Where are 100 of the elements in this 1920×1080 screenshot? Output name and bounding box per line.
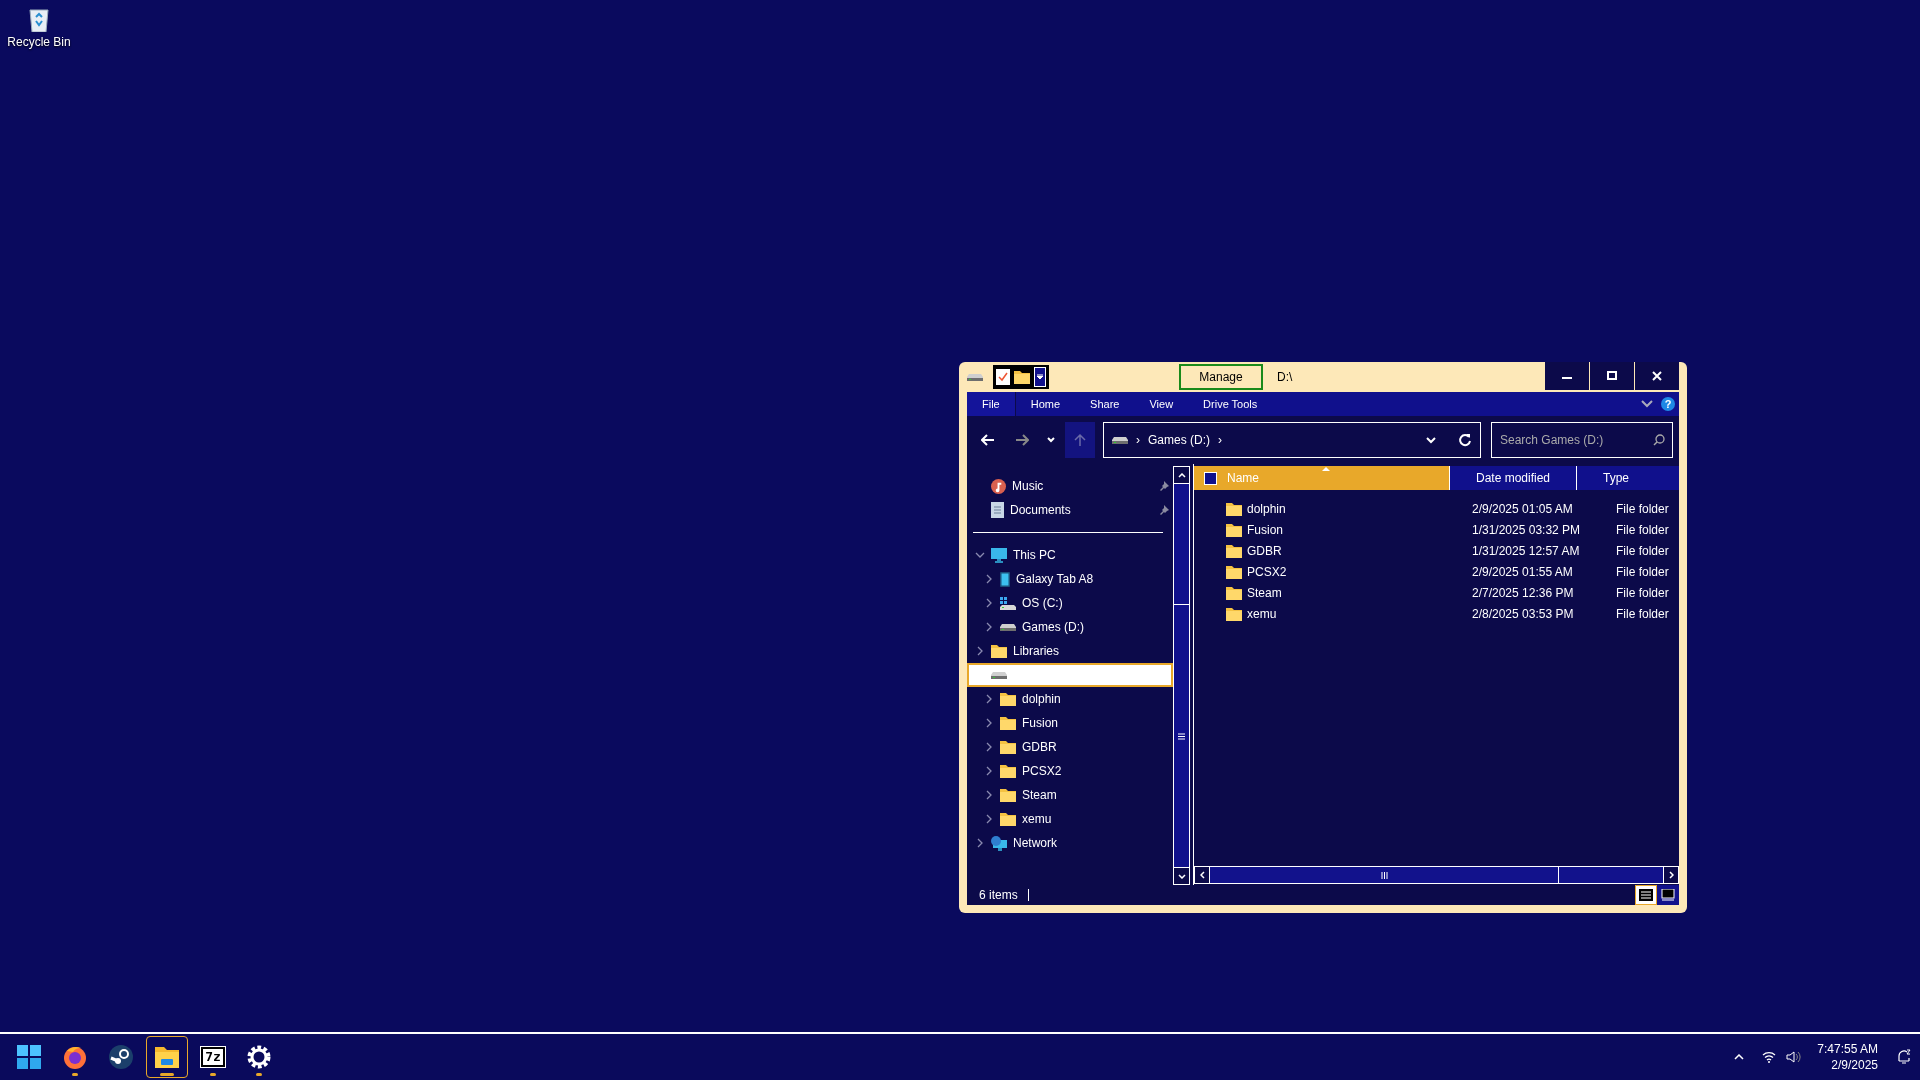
scroll-up-icon[interactable]: [1177, 472, 1186, 478]
document-icon: [991, 502, 1004, 518]
tree-item[interactable]: xemu: [967, 807, 1173, 831]
minimize-button[interactable]: [1544, 362, 1589, 390]
start-icon[interactable]: [17, 1045, 41, 1069]
breadcrumb-separator[interactable]: ›: [1218, 433, 1222, 447]
chevron-icon[interactable]: [984, 598, 994, 608]
folder-icon: [991, 644, 1007, 658]
file-name[interactable]: GDBR: [1247, 543, 1282, 558]
item-count: 6 items: [979, 888, 1018, 902]
tree-item[interactable]: Fusion: [967, 711, 1173, 735]
date-modified: 2/9/2025 01:55 AM: [1471, 564, 1574, 579]
expand-ribbon-icon[interactable]: [1641, 400, 1653, 408]
tree-item[interactable]: Games (D:): [967, 615, 1173, 639]
ribbon-tab[interactable]: View: [1134, 392, 1189, 416]
address-bar[interactable]: › Games (D:) ›: [1103, 422, 1481, 458]
ribbon-tab[interactable]: Drive Tools: [1188, 392, 1273, 416]
wifi-icon[interactable]: [1762, 1051, 1777, 1063]
settings-icon[interactable]: [247, 1045, 271, 1069]
chevron-icon[interactable]: [984, 814, 994, 824]
steam-icon[interactable]: [109, 1045, 133, 1069]
grip-icon[interactable]: [1380, 871, 1388, 879]
large-icons-view-button[interactable]: [1657, 885, 1679, 905]
refresh-icon[interactable]: [1458, 433, 1472, 447]
horizontal-scrollbar[interactable]: [1194, 866, 1679, 884]
tree-item[interactable]: Steam: [967, 783, 1173, 807]
tablet-icon: [1000, 571, 1010, 587]
recycle-bin-icon[interactable]: [28, 6, 50, 32]
maximize-icon: [1607, 371, 1617, 381]
tree-item[interactable]: Network: [967, 831, 1173, 855]
vertical-scrollbar[interactable]: [1173, 466, 1190, 885]
notification-bell-icon[interactable]: [1896, 1049, 1912, 1065]
chevron-icon[interactable]: [984, 694, 994, 704]
search-icon: [1653, 434, 1665, 446]
tree-item[interactable]: Libraries: [967, 639, 1173, 663]
drive-icon: [1000, 623, 1016, 631]
drive-icon: [991, 671, 1007, 679]
tree-item[interactable]: GDBR: [967, 735, 1173, 759]
chevron-icon[interactable]: [984, 790, 994, 800]
chevron-icon[interactable]: [984, 718, 994, 728]
quick-access-item[interactable]: Documents: [967, 498, 1173, 522]
scroll-left-icon[interactable]: [1199, 871, 1205, 879]
pin-icon[interactable]: [1159, 505, 1169, 515]
tree-item[interactable]: PCSX2: [967, 759, 1173, 783]
contextual-tab[interactable]: Manage: [1179, 364, 1263, 390]
chevron-icon[interactable]: [984, 622, 994, 632]
tree-item[interactable]: This PC: [967, 543, 1173, 567]
folder-icon: [1226, 606, 1242, 621]
ribbon-tab[interactable]: Share: [1075, 392, 1135, 416]
quick-access-item[interactable]: Music: [967, 474, 1173, 498]
window-title: D:\: [1277, 370, 1294, 384]
tree-item[interactable]: OS (C:): [967, 591, 1173, 615]
maximize-button[interactable]: [1589, 362, 1634, 390]
checklist-icon[interactable]: [996, 369, 1010, 385]
list-icon: [1639, 889, 1653, 901]
volume-icon[interactable]: [1786, 1051, 1802, 1063]
chevron-icon[interactable]: [975, 838, 985, 848]
grip-icon[interactable]: [1178, 732, 1185, 740]
select-all-checkbox[interactable]: [1204, 471, 1217, 485]
dropdown-icon[interactable]: [1426, 436, 1436, 444]
up-arrow-icon: [1074, 433, 1086, 447]
folder-icon[interactable]: [155, 1046, 179, 1068]
details-view-button[interactable]: [1635, 885, 1657, 905]
pin-icon[interactable]: [1159, 481, 1169, 491]
file-name[interactable]: dolphin: [1247, 501, 1286, 516]
file-type: File folder: [1615, 564, 1669, 579]
file-type: File folder: [1615, 585, 1669, 600]
folder-icon: [1000, 764, 1016, 778]
folder-icon: [1226, 543, 1242, 558]
drive-icon: [967, 373, 983, 381]
tree-item[interactable]: Galaxy Tab A8: [967, 567, 1173, 591]
show-hidden-icons-icon[interactable]: [1734, 1054, 1745, 1060]
help-icon[interactable]: ?: [1661, 397, 1675, 411]
ribbon-tab[interactable]: Home: [1015, 392, 1076, 416]
breadcrumb-separator[interactable]: ›: [1136, 433, 1140, 447]
file-type: File folder: [1615, 522, 1669, 537]
close-button[interactable]: [1634, 362, 1679, 390]
back-arrow-icon: [981, 434, 995, 446]
file-name[interactable]: Steam: [1247, 585, 1282, 600]
file-name[interactable]: xemu: [1247, 606, 1277, 621]
chevron-icon[interactable]: [984, 742, 994, 752]
file-name[interactable]: PCSX2: [1247, 564, 1287, 579]
scroll-right-icon[interactable]: [1668, 871, 1674, 879]
file-name[interactable]: Fusion: [1247, 522, 1284, 537]
chevron-icon[interactable]: [975, 646, 985, 656]
date-modified: 2/8/2025 03:53 PM: [1471, 606, 1575, 621]
firefox-icon[interactable]: [63, 1045, 87, 1069]
clock[interactable]: 7:47:55 AM 2/9/2025: [1817, 1042, 1878, 1072]
chevron-icon[interactable]: [984, 766, 994, 776]
archiver-icon[interactable]: 7z: [201, 1047, 225, 1067]
scroll-down-icon[interactable]: [1177, 873, 1186, 879]
tree-item[interactable]: dolphin: [967, 687, 1173, 711]
search-field[interactable]: Search Games (D:): [1491, 422, 1673, 458]
date-modified: 1/31/2025 12:57 AM: [1471, 543, 1581, 558]
chevron-icon[interactable]: [975, 550, 985, 560]
chevron-icon[interactable]: [984, 574, 994, 584]
customize-toolbar-dropdown[interactable]: [1034, 367, 1046, 387]
close-icon: [1652, 371, 1662, 381]
desktop-icon-label[interactable]: Recycle Bin: [7, 35, 71, 49]
breadcrumb[interactable]: Games (D:): [1148, 433, 1210, 447]
